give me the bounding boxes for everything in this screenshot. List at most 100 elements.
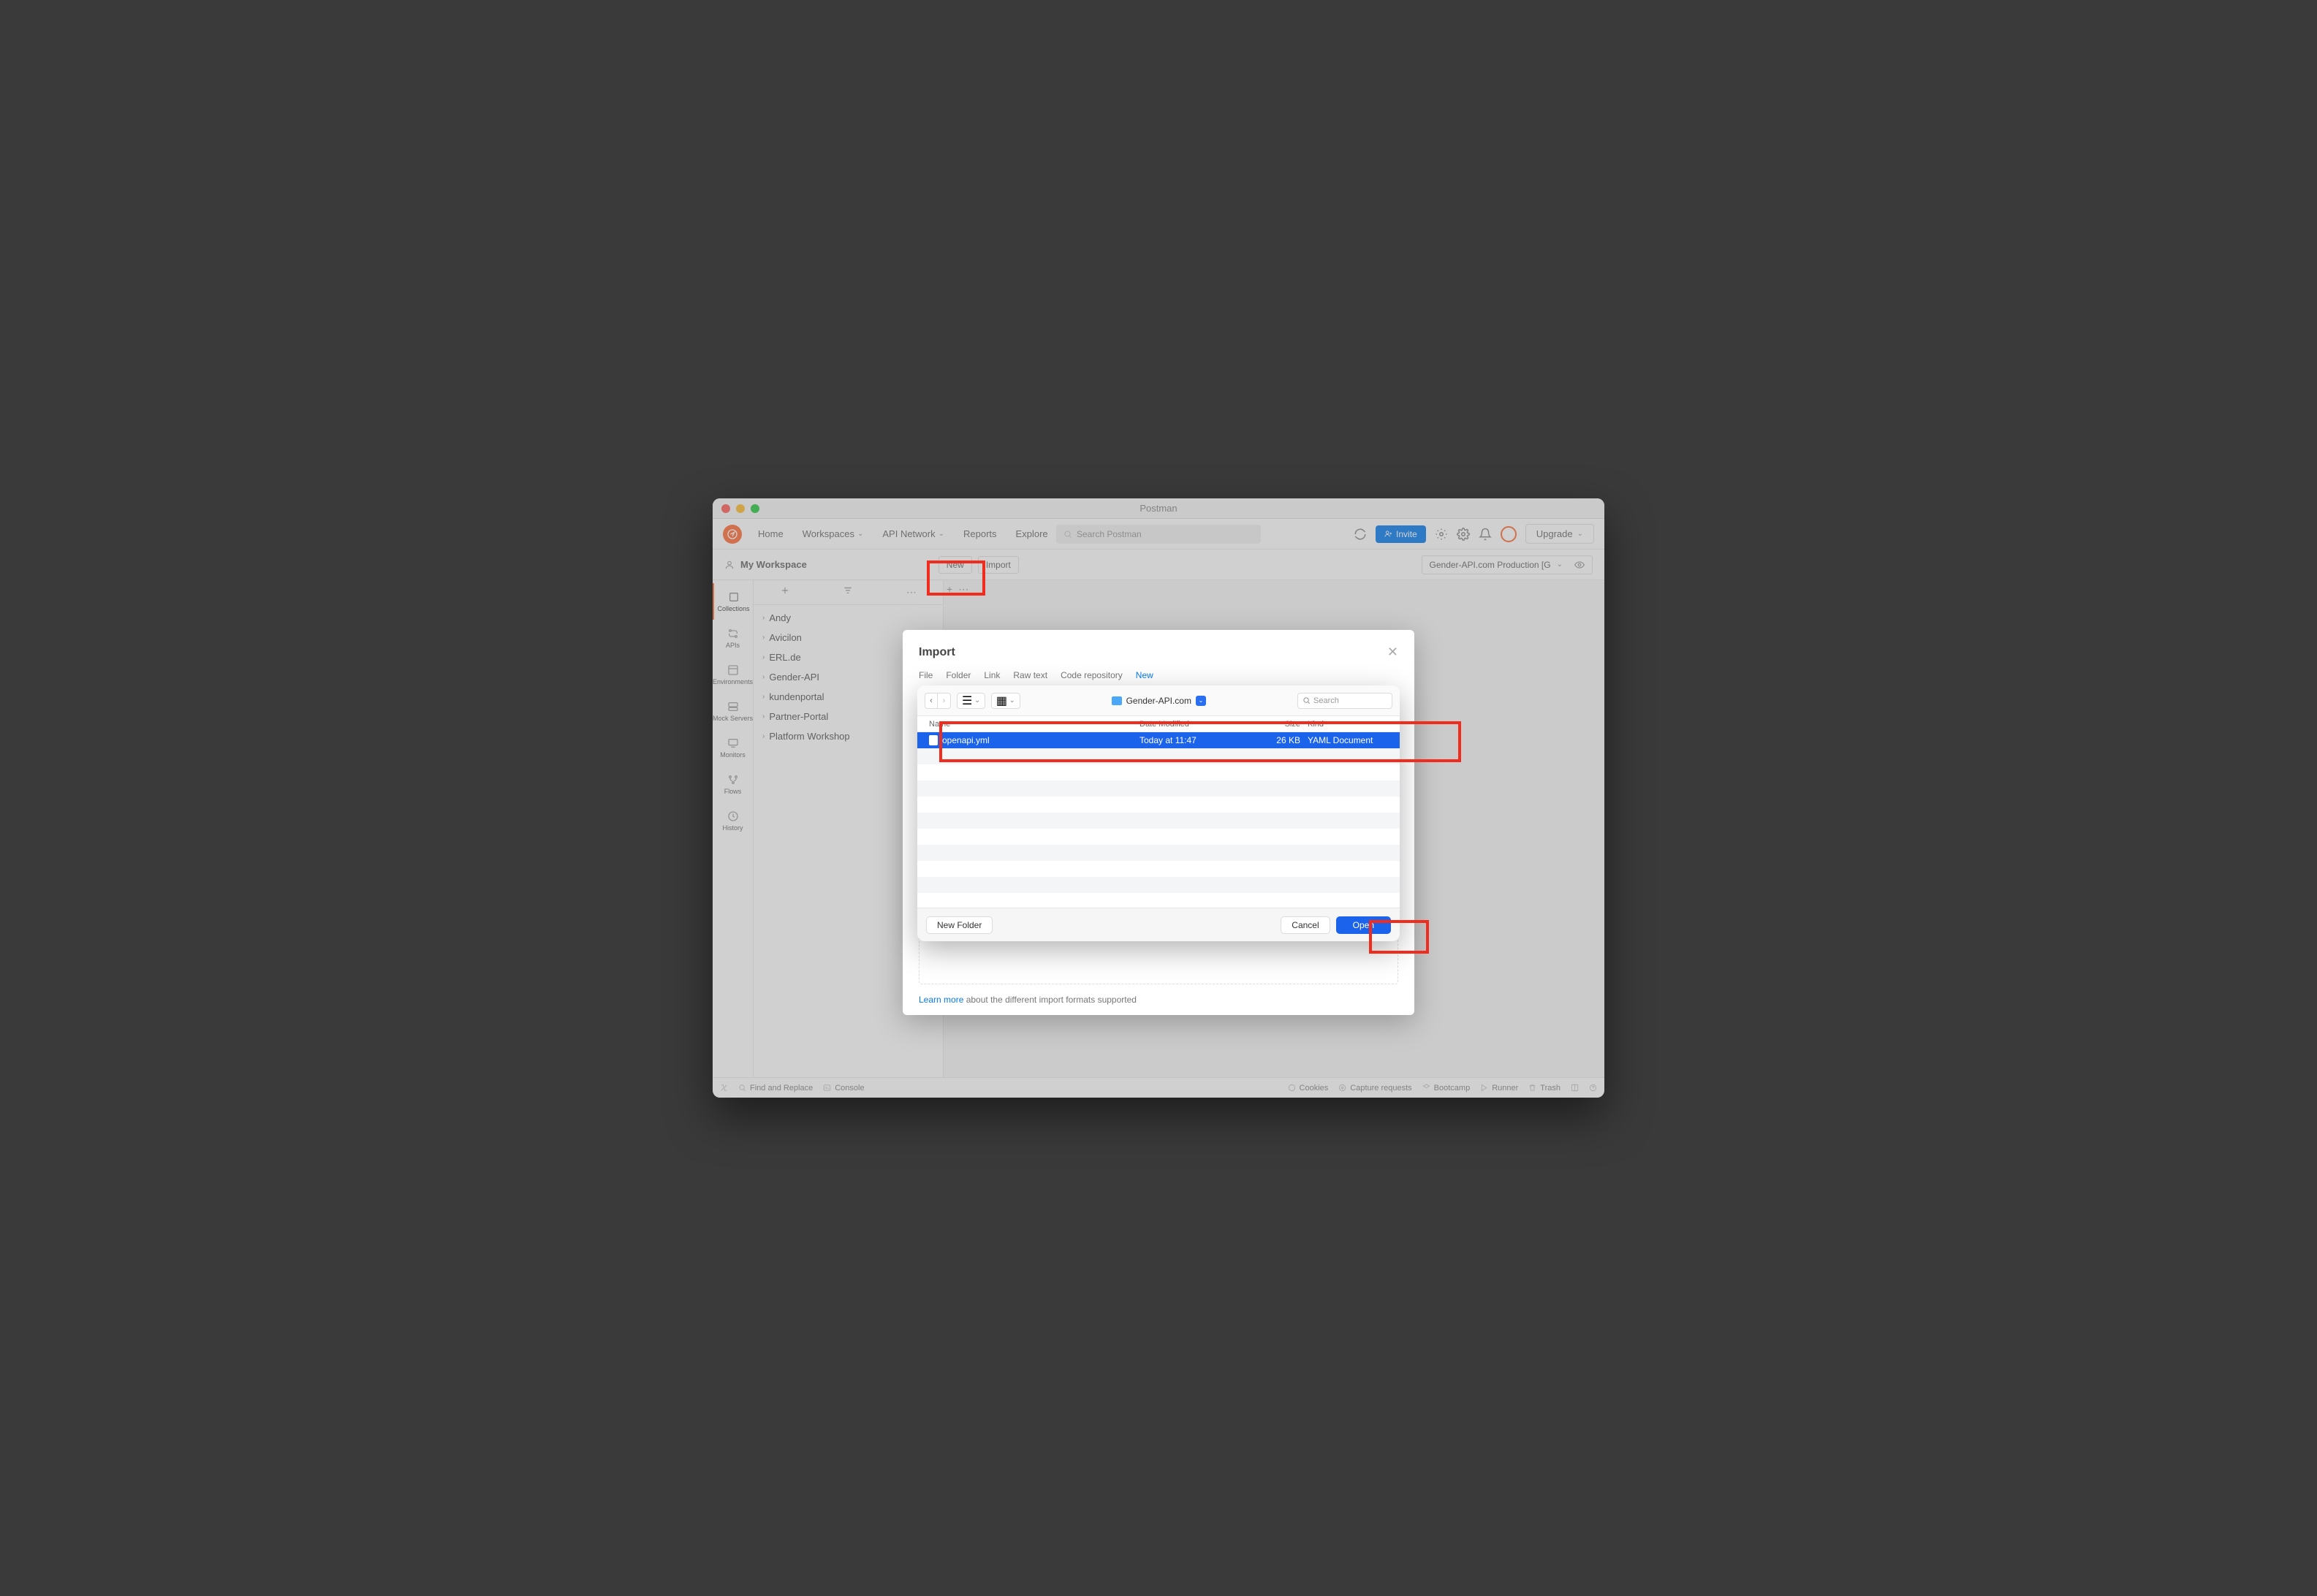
caret-right-icon: ›	[762, 634, 765, 642]
gear-icon[interactable]	[1457, 528, 1470, 541]
notifications-settings-icon[interactable]	[1435, 528, 1448, 541]
import-button[interactable]: Import	[978, 556, 1019, 574]
sync-icon[interactable]	[1354, 528, 1367, 541]
rail-mock-servers[interactable]: Mock Servers	[713, 693, 754, 729]
workspace-name: My Workspace	[740, 559, 807, 570]
col-header-kind[interactable]: Kind	[1308, 720, 1388, 729]
file-row-empty	[917, 877, 1400, 893]
file-row-empty	[917, 797, 1400, 813]
upgrade-button[interactable]: Upgrade⌄	[1525, 524, 1594, 544]
new-button[interactable]: New	[938, 556, 972, 574]
file-open-dialog: ‹ › ☰⌄ ▦⌄ Gender-API.com ⌄ Search Name D…	[917, 685, 1400, 941]
footer-console[interactable]: Console	[823, 1084, 864, 1092]
person-icon	[724, 560, 735, 570]
rail-collections[interactable]: Collections	[713, 583, 754, 620]
footer-capture[interactable]: Capture requests	[1338, 1084, 1411, 1092]
path-selector[interactable]: Gender-API.com ⌄	[1106, 693, 1212, 709]
maximize-window-button[interactable]	[751, 504, 759, 513]
footer-panes-icon[interactable]	[1571, 1084, 1579, 1092]
file-modified: Today at 11:47	[1139, 735, 1256, 745]
nav-workspaces[interactable]: Workspaces⌄	[795, 524, 871, 544]
eye-icon[interactable]	[1574, 560, 1585, 570]
collection-item[interactable]: ›Andy	[754, 608, 943, 628]
close-icon[interactable]: ✕	[1387, 645, 1398, 660]
file-row-empty	[917, 829, 1400, 845]
more-icon[interactable]: ⋯	[906, 586, 917, 598]
filter-icon[interactable]	[843, 585, 853, 599]
collection-label: Platform Workshop	[769, 731, 849, 742]
import-tab-repo[interactable]: Code repository	[1061, 670, 1123, 680]
import-tab-raw[interactable]: Raw text	[1013, 670, 1047, 680]
list-view-button[interactable]: ☰⌄	[957, 693, 985, 709]
environment-selector[interactable]: Gender-API.com Production [G ⌄	[1422, 555, 1593, 574]
cancel-button[interactable]: Cancel	[1281, 916, 1330, 934]
file-row-empty	[917, 893, 1400, 908]
footer-help-icon[interactable]	[1589, 1084, 1597, 1092]
nav-home[interactable]: Home	[751, 524, 791, 544]
workspace-selector[interactable]: My Workspace	[724, 559, 807, 570]
file-dialog-search[interactable]: Search	[1297, 693, 1392, 709]
footer-cookies[interactable]: Cookies	[1288, 1084, 1329, 1092]
file-row-empty	[917, 813, 1400, 829]
file-name: openapi.yml	[942, 735, 990, 745]
import-tab-new[interactable]: New	[1136, 670, 1153, 680]
invite-icon	[1384, 530, 1392, 538]
titlebar: Postman	[713, 498, 1604, 519]
file-dialog-footer: New Folder Cancel Open	[917, 908, 1400, 941]
global-search[interactable]: Search Postman	[1056, 525, 1261, 544]
new-folder-button[interactable]: New Folder	[926, 916, 993, 934]
col-header-size[interactable]: Size	[1256, 720, 1308, 729]
file-row-empty	[917, 861, 1400, 877]
rail-monitors[interactable]: Monitors	[713, 729, 754, 766]
file-row-empty	[917, 845, 1400, 861]
import-tab-link[interactable]: Link	[984, 670, 1000, 680]
folder-icon	[1112, 696, 1122, 705]
user-avatar[interactable]	[1501, 526, 1517, 542]
sidebar-tools: ⋯	[754, 580, 943, 605]
nav-api-network[interactable]: API Network⌄	[875, 524, 952, 544]
plus-icon[interactable]	[780, 585, 790, 599]
rail-flows[interactable]: Flows	[713, 766, 754, 802]
invite-label: Invite	[1396, 529, 1417, 539]
learn-more-link[interactable]: Learn more	[919, 995, 963, 1005]
footer-trash[interactable]: Trash	[1528, 1084, 1561, 1092]
chevron-down-icon: ⌄	[1577, 530, 1583, 538]
col-header-name[interactable]: Name	[929, 720, 1139, 729]
col-header-modified[interactable]: Date Modified	[1139, 720, 1256, 729]
minimize-window-button[interactable]	[736, 504, 745, 513]
import-tab-folder[interactable]: Folder	[946, 670, 971, 680]
path-dropdown-icon: ⌄	[1196, 696, 1206, 706]
nav-reports[interactable]: Reports	[956, 524, 1004, 544]
search-placeholder: Search	[1313, 696, 1339, 705]
nav-forward-button[interactable]: ›	[938, 693, 951, 709]
file-list-header: Name Date Modified Size Kind	[917, 716, 1400, 732]
import-tab-file[interactable]: File	[919, 670, 933, 680]
footer-runner[interactable]: Runner	[1480, 1084, 1518, 1092]
more-tabs-icon[interactable]: ⋯	[958, 583, 968, 596]
caret-right-icon: ›	[762, 712, 765, 721]
footer-bootcamp[interactable]: Bootcamp	[1422, 1084, 1471, 1092]
footer-find-replace[interactable]: Find and Replace	[738, 1084, 813, 1092]
open-button[interactable]: Open	[1336, 916, 1391, 934]
bell-icon[interactable]	[1479, 528, 1492, 541]
group-view-button[interactable]: ▦⌄	[991, 693, 1020, 709]
collection-label: Andy	[769, 612, 791, 623]
nav-back-button[interactable]: ‹	[925, 693, 938, 709]
file-kind: YAML Document	[1308, 735, 1388, 745]
nav-explore[interactable]: Explore	[1009, 524, 1055, 544]
rail-apis[interactable]: APIs	[713, 620, 754, 656]
chevron-down-icon: ⌄	[974, 696, 980, 704]
caret-right-icon: ›	[762, 732, 765, 740]
invite-button[interactable]: Invite	[1376, 525, 1426, 543]
add-tab-icon[interactable]: +	[947, 583, 952, 596]
close-window-button[interactable]	[721, 504, 730, 513]
collection-label: kundenportal	[769, 691, 824, 702]
footer-sync-icon[interactable]	[720, 1084, 728, 1092]
environment-label: Gender-API.com Production [G	[1430, 560, 1551, 570]
rail-environments[interactable]: Environments	[713, 656, 754, 693]
search-icon	[1063, 530, 1072, 539]
search-icon	[1302, 696, 1311, 704]
postman-logo[interactable]	[723, 525, 742, 544]
file-row[interactable]: openapi.ymlToday at 11:4726 KBYAML Docum…	[917, 732, 1400, 748]
rail-history[interactable]: History	[713, 802, 754, 839]
